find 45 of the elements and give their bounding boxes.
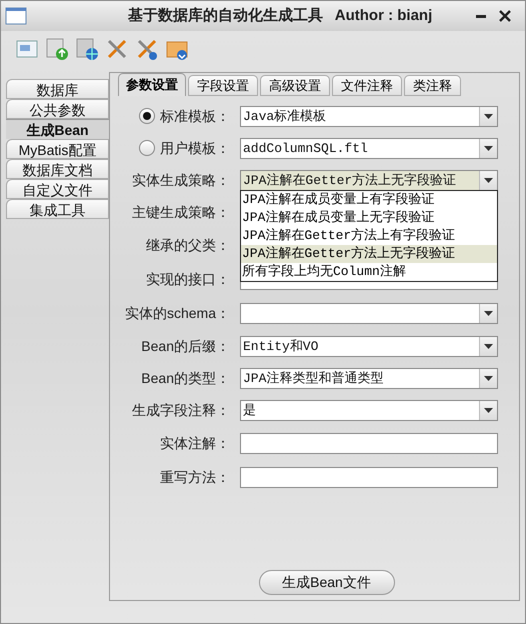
tools-icon[interactable]: [135, 37, 159, 61]
side-tab[interactable]: 自定义文件: [6, 179, 109, 199]
side-tab[interactable]: 数据库文档: [6, 159, 109, 179]
radio-button[interactable]: [139, 108, 155, 124]
dropdown-field[interactable]: Java标准模板: [240, 106, 498, 126]
side-tab[interactable]: 公共参数: [6, 99, 109, 119]
radio-label: 标准模板：: [160, 106, 230, 126]
tab[interactable]: 参数设置: [118, 73, 186, 96]
radio-label: 用户模板：: [160, 138, 230, 158]
dropdown-field[interactable]: 是: [240, 400, 498, 420]
tab[interactable]: 字段设置: [188, 75, 258, 96]
dropdown-option[interactable]: JPA注解在Getter方法上无字段验证: [241, 245, 497, 263]
field-label: 生成字段注释：: [131, 400, 231, 420]
field-label: 实现的接口：: [145, 270, 231, 288]
field-label: 主键生成策略：: [131, 202, 231, 222]
field-label: 实体注解：: [159, 434, 231, 452]
side-tab[interactable]: 数据库: [6, 79, 109, 99]
field-label: Bean的类型：: [140, 368, 231, 388]
generate-button[interactable]: 生成Bean文件: [258, 570, 394, 595]
field-label: 继承的父类：: [145, 236, 231, 254]
dropdown-field[interactable]: Entity和VO: [240, 336, 498, 356]
side-tab[interactable]: 集成工具: [6, 199, 109, 219]
upload-icon[interactable]: [45, 37, 69, 61]
tab[interactable]: 文件注释: [332, 75, 402, 96]
app-icon: [5, 7, 27, 25]
close-icon: [498, 9, 512, 23]
side-tab[interactable]: 生成Bean: [6, 119, 109, 139]
author-label: Author : bianj: [334, 6, 432, 26]
tab[interactable]: 类注释: [404, 75, 461, 96]
dropdown-field[interactable]: JPA注释类型和普通类型: [240, 368, 498, 388]
input-field[interactable]: [240, 466, 498, 488]
radio-button[interactable]: [139, 140, 155, 156]
dropdown-field[interactable]: [240, 302, 498, 324]
tab[interactable]: 高级设置: [260, 75, 330, 96]
field-label: Bean的后缀：: [140, 336, 231, 356]
field-label: 实体生成策略：: [131, 170, 231, 190]
minimize-icon: [476, 14, 486, 18]
dropdown-field[interactable]: addColumnSQL.ftl: [240, 138, 498, 158]
window-title: 基于数据库的自动化生成工具: [128, 6, 323, 26]
tools-icon[interactable]: [105, 37, 129, 61]
input-field[interactable]: [240, 432, 498, 454]
field-label: 重写方法：: [159, 468, 231, 486]
dropdown-field[interactable]: JPA注解在Getter方法上无字段验证: [240, 170, 498, 190]
side-tab[interactable]: MyBatis配置: [6, 139, 109, 159]
field-label: 实体的schema：: [124, 304, 231, 322]
